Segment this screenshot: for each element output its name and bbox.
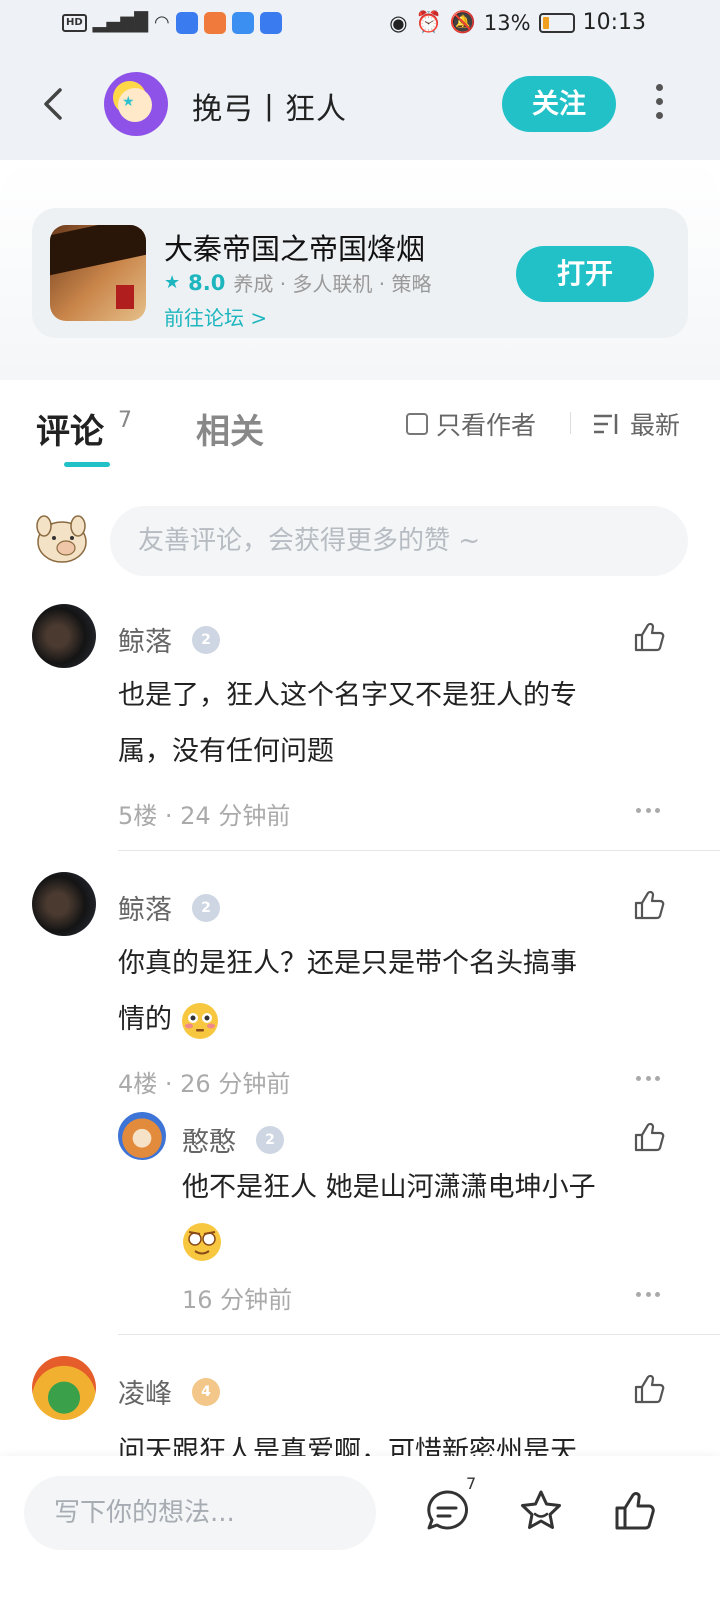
author-name[interactable]: 挽弓丨狂人	[192, 84, 347, 128]
checkbox-icon[interactable]	[406, 413, 428, 435]
comment-tabs: 评论 7 相关 只看作者 最新	[0, 380, 720, 472]
level-badge: 2	[192, 894, 220, 922]
seal-icon	[116, 285, 134, 309]
eye-icon: ◉	[389, 10, 408, 35]
notification-app-icon	[231, 12, 254, 34]
thought-input[interactable]	[24, 1476, 376, 1550]
more-dots-icon[interactable]	[636, 808, 660, 814]
bottom-bar: 7	[0, 1456, 720, 1600]
hd-indicator: HD	[62, 14, 87, 32]
game-meta: ★ 8.0 养成 · 多人联机 · 策略	[164, 268, 432, 297]
tab-related[interactable]: 相关	[196, 404, 264, 453]
commenter-avatar[interactable]	[32, 604, 96, 668]
favorite-star-icon[interactable]	[518, 1488, 564, 1534]
level-badge: 2	[256, 1126, 284, 1154]
like-icon[interactable]	[632, 620, 666, 654]
tab-active-indicator	[64, 462, 110, 467]
sort-label: 最新	[630, 411, 681, 440]
divider	[118, 850, 720, 851]
reply-name[interactable]: 憨憨	[182, 1120, 236, 1159]
commenter-name[interactable]: 凌峰	[118, 1372, 172, 1411]
level-badge: 4	[192, 1378, 220, 1406]
like-icon[interactable]	[612, 1488, 658, 1534]
comment-input-row	[0, 496, 720, 578]
my-avatar[interactable]	[30, 508, 92, 570]
divider	[570, 412, 571, 434]
author-avatar[interactable]: ★	[104, 72, 168, 136]
commenter-name[interactable]: 鲸落	[118, 620, 172, 659]
mute-icon: 🔕	[449, 10, 476, 34]
more-options-icon[interactable]	[652, 84, 666, 124]
like-icon[interactable]	[632, 1120, 666, 1154]
flushed-emoji-icon	[181, 1002, 218, 1039]
reply-avatar[interactable]	[118, 1112, 166, 1160]
header: ★ 挽弓丨狂人 关注	[0, 50, 720, 160]
tab-comments-count: 7	[118, 408, 132, 433]
sort-toggle[interactable]: 最新	[592, 406, 680, 442]
follow-button[interactable]: 关注	[502, 76, 616, 132]
comment-footer: 5楼 · 24 分钟前	[118, 802, 291, 830]
back-arrow-icon[interactable]	[40, 86, 68, 122]
commenter-name[interactable]: 鲸落	[118, 888, 172, 927]
comment-text-line-with-emoji: 情的	[118, 992, 219, 1048]
game-tags: 养成 · 多人联机 · 策略	[233, 272, 432, 296]
more-dots-icon[interactable]	[636, 1292, 660, 1298]
more-dots-icon[interactable]	[636, 1076, 660, 1082]
reply-text-line: 他不是狂人 她是山河潇潇电坤小子	[182, 1172, 596, 1203]
only-author-label: 只看作者	[436, 411, 537, 440]
game-card[interactable]: 大秦帝国之帝国烽烟 ★ 8.0 养成 · 多人联机 · 策略 前往论坛 > 打开	[32, 208, 688, 338]
comment-text-line: 属，没有任何问题	[118, 736, 334, 767]
comment-footer: 4楼 · 26 分钟前	[118, 1070, 291, 1098]
status-bar: HD ▂▄▆█ ◠ ◉ ⏰ 🔕 13% 10:13	[0, 0, 720, 50]
comment-text: 情的	[118, 1004, 172, 1035]
smirk-emoji-icon	[183, 1223, 221, 1261]
rating-star-icon: ★	[164, 272, 181, 293]
like-icon[interactable]	[632, 888, 666, 922]
game-card-section: 大秦帝国之帝国烽烟 ★ 8.0 养成 · 多人联机 · 策略 前往论坛 > 打开	[0, 160, 720, 380]
notification-app-icon	[259, 12, 282, 34]
only-author-toggle[interactable]: 只看作者	[406, 406, 536, 442]
game-icon[interactable]	[50, 225, 146, 321]
forum-link[interactable]: 前往论坛 >	[164, 302, 267, 331]
notification-app-icon	[175, 12, 198, 34]
comment-count-badge: 7	[466, 1474, 477, 1493]
comment-text-line: 也是了，狂人这个名字又不是狂人的专	[118, 680, 577, 711]
commenter-avatar[interactable]	[32, 872, 96, 936]
level-badge: 2	[192, 626, 220, 654]
reply-footer: 16 分钟前	[182, 1286, 293, 1314]
game-score: 8.0	[188, 270, 226, 295]
tab-comments[interactable]: 评论	[36, 404, 104, 453]
commenter-avatar[interactable]	[32, 1356, 96, 1420]
status-right-icons: ◉ ⏰ 🔕 13% 10:13	[389, 10, 646, 35]
open-game-button[interactable]: 打开	[516, 246, 654, 302]
comment-icon[interactable]	[424, 1488, 470, 1534]
battery-percent: 13%	[483, 10, 531, 35]
divider	[118, 1334, 720, 1335]
battery-icon	[538, 12, 575, 33]
like-icon[interactable]	[632, 1372, 666, 1406]
wifi-icon: ◠	[154, 12, 170, 33]
game-name[interactable]: 大秦帝国之帝国烽烟	[164, 226, 425, 268]
notification-app-icon	[203, 12, 226, 34]
sort-icon	[594, 414, 618, 434]
star-icon: ★	[122, 94, 135, 110]
comment-text-line: 你真的是狂人？还是只是带个名头搞事	[118, 948, 577, 979]
comment-input[interactable]	[110, 506, 688, 576]
alarm-icon: ⏰	[415, 10, 442, 34]
status-left-icons: HD ▂▄▆█ ◠	[62, 12, 282, 34]
signal-icon: ▂▄▆█	[92, 12, 149, 33]
clock: 10:13	[582, 10, 646, 35]
